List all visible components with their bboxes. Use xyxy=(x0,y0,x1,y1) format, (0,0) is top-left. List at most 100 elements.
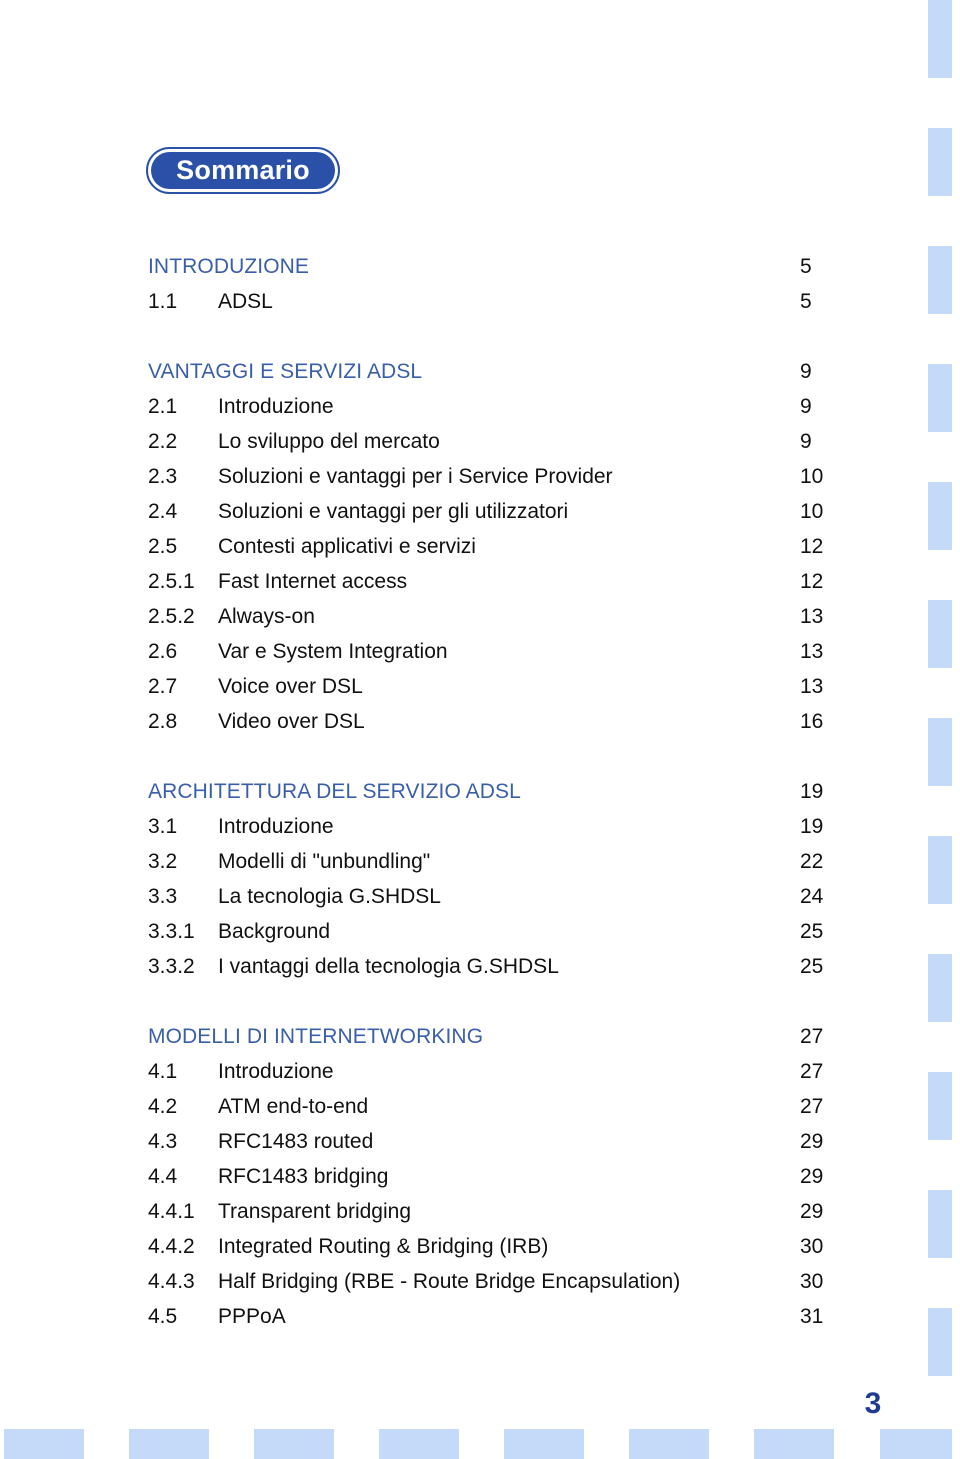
toc-page-number: 27 xyxy=(800,1025,824,1048)
toc-entry-number: 2.8 xyxy=(148,710,178,733)
decorative-block xyxy=(254,1429,334,1459)
decorative-block xyxy=(379,1429,459,1459)
toc-page-number: 25 xyxy=(800,920,824,943)
toc-entry-row[interactable]: 4.2 ATM end-to-end 27 xyxy=(148,1089,848,1124)
decorative-block xyxy=(928,128,952,196)
toc-page-number: 29 xyxy=(800,1130,824,1153)
decorative-block xyxy=(928,718,952,786)
toc-chapter-row[interactable]: INTRODUZIONE 5 xyxy=(148,249,848,284)
toc-chapter-row[interactable]: ARCHITETTURA DEL SERVIZIO ADSL 19 xyxy=(148,774,848,809)
title-pill: Sommario xyxy=(151,152,335,189)
toc-entry-row[interactable]: 4.4 RFC1483 bridging 29 xyxy=(148,1159,848,1194)
decorative-block xyxy=(928,954,952,1022)
toc-entry-number: 2.7 xyxy=(148,675,178,698)
toc-entry-label: PPPoA xyxy=(218,1305,286,1328)
decorative-block xyxy=(4,1429,84,1459)
toc-page-number: 9 xyxy=(800,395,812,418)
toc-entry-row[interactable]: 2.1 Introduzione 9 xyxy=(148,389,848,424)
toc-entry-row[interactable]: 2.8 Video over DSL 16 xyxy=(148,704,848,739)
toc-entry-number: 2.6 xyxy=(148,640,178,663)
toc-page-number: 29 xyxy=(800,1165,824,1188)
toc-entry-number: 4.5 xyxy=(148,1305,178,1328)
toc-entry-label: Introduzione xyxy=(218,815,334,838)
toc-entry-label: Soluzioni e vantaggi per i Service Provi… xyxy=(218,465,613,488)
decorative-block xyxy=(928,836,952,904)
toc-entry-row[interactable]: 4.4.2 Integrated Routing & Bridging (IRB)… xyxy=(148,1229,848,1264)
toc-page-number: 13 xyxy=(800,640,824,663)
table-of-contents: INTRODUZIONE 5 1.1 ADSL 5 VANTAGGI E SERVIZI … xyxy=(148,249,848,1334)
toc-entry-label: Introduzione xyxy=(218,395,334,418)
toc-entry-row[interactable]: 4.1 Introduzione 27 xyxy=(148,1054,848,1089)
toc-entry-row[interactable]: 3.3.2 I vantaggi della tecnologia G.SHDSL… xyxy=(148,949,848,984)
toc-entry-row[interactable]: 2.7 Voice over DSL 13 xyxy=(148,669,848,704)
decorative-block xyxy=(928,0,952,78)
toc-entry-label: La tecnologia G.SHDSL xyxy=(218,885,441,908)
toc-entry-number: 4.1 xyxy=(148,1060,178,1083)
page-number: 3 xyxy=(864,1387,882,1420)
toc-entry-row[interactable]: 3.1 Introduzione 19 xyxy=(148,809,848,844)
toc-entry-label: Background xyxy=(218,920,331,943)
toc-entry-row[interactable]: 3.3.1 Background 25 xyxy=(148,914,848,949)
toc-group: MODELLI DI INTERNETWORKING 27 4.1 Introduzi… xyxy=(148,1019,848,1334)
toc-entry-number: 3.3 xyxy=(148,885,178,908)
toc-page-number: 5 xyxy=(800,255,812,278)
toc-entry-number: 2.1 xyxy=(148,395,178,418)
toc-chapter-label: MODELLI DI INTERNETWORKING xyxy=(148,1025,484,1048)
toc-entry-number: 4.4.1 xyxy=(148,1200,195,1223)
toc-entry-label: Transparent bridging xyxy=(218,1200,411,1223)
toc-entry-row[interactable]: 2.5 Contesti applicativi e servizi 12 xyxy=(148,529,848,564)
toc-entry-row[interactable]: 2.6 Var e System Integration 13 xyxy=(148,634,848,669)
toc-page-number: 13 xyxy=(800,675,824,698)
toc-entry-row[interactable]: 3.2 Modelli di "unbundling" 22 xyxy=(148,844,848,879)
toc-page-number: 16 xyxy=(800,710,824,733)
toc-chapter-label: INTRODUZIONE xyxy=(148,255,310,278)
decorative-block xyxy=(629,1429,709,1459)
toc-entry-label: Introduzione xyxy=(218,1060,334,1083)
toc-entry-row[interactable]: 4.4.1 Transparent bridging 29 xyxy=(148,1194,848,1229)
toc-entry-row[interactable]: 2.3 Soluzioni e vantaggi per i Service Pr… xyxy=(148,459,848,494)
toc-entry-label: Fast Internet access xyxy=(218,570,408,593)
toc-page-number: 12 xyxy=(800,535,824,558)
decorative-block xyxy=(928,1308,952,1376)
toc-entry-number: 3.3.1 xyxy=(148,920,195,943)
toc-page-number: 19 xyxy=(800,780,824,803)
toc-entry-row[interactable]: 4.3 RFC1483 routed 29 xyxy=(148,1124,848,1159)
toc-entry-label: ATM end-to-end xyxy=(218,1095,369,1118)
toc-entry-row[interactable]: 4.5 PPPoA 31 xyxy=(148,1299,848,1334)
toc-entry-number: 2.4 xyxy=(148,500,178,523)
toc-entry-row[interactable]: 2.5.1 Fast Internet access 12 xyxy=(148,564,848,599)
toc-page-number: 9 xyxy=(800,430,812,453)
toc-page-number: 30 xyxy=(800,1235,824,1258)
toc-entry-row[interactable]: 4.4.3 Half Bridging (RBE - Route Bridge E… xyxy=(148,1264,848,1299)
toc-entry-number: 3.1 xyxy=(148,815,178,838)
decorative-block xyxy=(754,1429,834,1459)
toc-entry-label: Soluzioni e vantaggi per gli utilizzator… xyxy=(218,500,569,523)
decorative-block xyxy=(928,246,952,314)
toc-page-number: 10 xyxy=(800,500,824,523)
document-page: Sommario INTRODUZIONE 5 1.1 ADSL 5 VANTAGGI E… xyxy=(0,0,960,1459)
toc-page-number: 19 xyxy=(800,815,824,838)
toc-entry-row[interactable]: 1.1 ADSL 5 xyxy=(148,284,848,319)
toc-entry-row[interactable]: 2.2 Lo sviluppo del mercato 9 xyxy=(148,424,848,459)
toc-entry-row[interactable]: 2.5.2 Always-on 13 xyxy=(148,599,848,634)
decorative-block xyxy=(928,600,952,668)
toc-page-number: 25 xyxy=(800,955,824,978)
toc-entry-row[interactable]: 3.3 La tecnologia G.SHDSL 24 xyxy=(148,879,848,914)
page-title-label: Sommario xyxy=(176,155,310,185)
toc-entry-label: RFC1483 bridging xyxy=(218,1165,389,1188)
decorative-block xyxy=(928,1190,952,1258)
toc-chapter-label: VANTAGGI E SERVIZI ADSL xyxy=(148,360,423,383)
toc-group: VANTAGGI E SERVIZI ADSL 9 2.1 Introduzione 9… xyxy=(148,354,848,739)
toc-entry-number: 4.3 xyxy=(148,1130,178,1153)
toc-entry-label: I vantaggi della tecnologia G.SHDSL xyxy=(218,955,559,978)
toc-entry-number: 1.1 xyxy=(148,290,178,313)
toc-page-number: 29 xyxy=(800,1200,824,1223)
toc-chapter-row[interactable]: MODELLI DI INTERNETWORKING 27 xyxy=(148,1019,848,1054)
toc-entry-label: Integrated Routing & Bridging (IRB) xyxy=(218,1235,549,1258)
toc-chapter-row[interactable]: VANTAGGI E SERVIZI ADSL 9 xyxy=(148,354,848,389)
toc-entry-number: 2.5.2 xyxy=(148,605,195,628)
page-title: Sommario xyxy=(146,147,340,194)
toc-entry-row[interactable]: 2.4 Soluzioni e vantaggi per gli utilizza… xyxy=(148,494,848,529)
toc-entry-number: 2.5.1 xyxy=(148,570,195,593)
toc-page-number: 13 xyxy=(800,605,824,628)
